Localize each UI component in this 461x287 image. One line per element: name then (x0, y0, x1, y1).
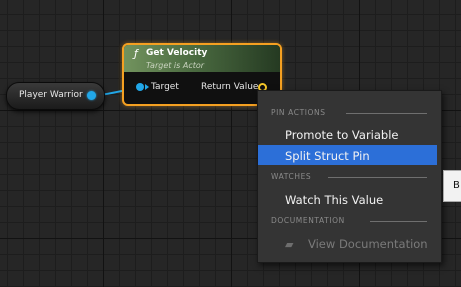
section-documentation: DOCUMENTATION (258, 215, 441, 227)
section-label: WATCHES (271, 172, 312, 181)
node-title: Get Velocity (146, 48, 208, 58)
section-watches: WATCHES (258, 171, 441, 183)
menu-item-label: View Documentation (308, 237, 428, 251)
menu-item-split-struct-pin[interactable]: Split Struct Pin (258, 145, 437, 165)
tooltip-text: B (453, 180, 460, 191)
menu-item-promote-to-variable[interactable]: Promote to Variable (258, 124, 437, 144)
section-divider (370, 221, 427, 222)
book-icon: ▰ (285, 238, 294, 251)
menu-item-label: Watch This Value (285, 193, 384, 207)
pin-context-menu: PIN ACTIONS Promote to Variable Split St… (257, 90, 442, 263)
target-input-pin[interactable] (136, 83, 144, 91)
variable-output-pin[interactable] (87, 91, 96, 100)
player-warrior-node[interactable]: Player Warrior (6, 82, 105, 110)
return-value-pin-label: Return Value (201, 82, 259, 92)
pin-arrow-icon (145, 84, 149, 90)
section-divider (346, 113, 427, 114)
section-label: DOCUMENTATION (271, 216, 345, 225)
menu-item-label: Split Struct Pin (285, 149, 370, 163)
menu-item-watch-this-value[interactable]: Watch This Value (258, 189, 437, 209)
tooltip: B (443, 170, 461, 202)
section-label: PIN ACTIONS (271, 108, 326, 117)
node-subtitle: Target is Actor (146, 61, 205, 70)
target-pin-label: Target (151, 82, 179, 92)
section-pin-actions: PIN ACTIONS (258, 107, 441, 119)
node-header: ƒ Get Velocity Target is Actor (124, 45, 280, 72)
function-f-icon: ƒ (134, 47, 138, 60)
section-divider (328, 177, 427, 178)
menu-item-label: Promote to Variable (285, 128, 399, 142)
variable-node-label: Player Warrior (19, 90, 83, 100)
menu-item-view-documentation[interactable]: ▰ View Documentation (258, 233, 437, 253)
